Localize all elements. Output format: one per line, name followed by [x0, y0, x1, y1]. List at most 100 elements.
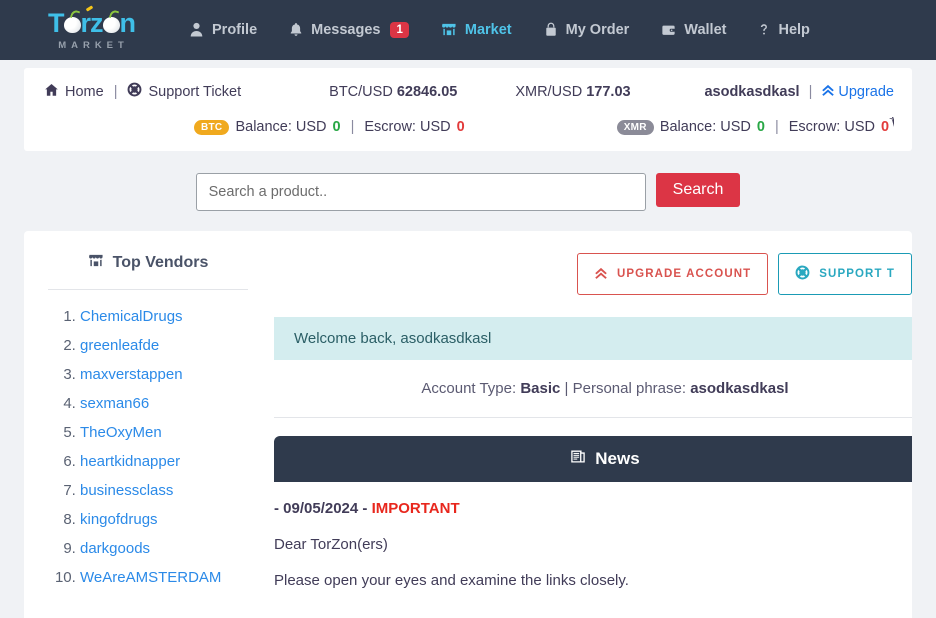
btc-rate: BTC/USD 62846.05	[329, 84, 457, 100]
list-item: heartkidnapper	[80, 453, 254, 470]
nav-item-profile[interactable]: Profile	[173, 22, 273, 38]
home-link[interactable]: Home	[44, 83, 104, 101]
xmr-separator: |	[774, 119, 779, 135]
news-important-tag: IMPORTANT	[371, 500, 460, 517]
account-info-line: Account Type: Basic | Personal phrase: a…	[274, 360, 912, 417]
xmr-rate: XMR/USD 177.03	[515, 84, 630, 100]
sidebar-divider	[48, 289, 248, 290]
news-title: News	[595, 449, 640, 468]
xmr-escrow-value: 0	[880, 119, 890, 135]
store-icon	[88, 253, 104, 273]
cart-icon	[889, 117, 894, 137]
news-header: News	[274, 436, 912, 482]
vendor-link[interactable]: darkgoods	[80, 540, 150, 557]
nav-item-market[interactable]: Market	[425, 22, 528, 38]
nav-label-messages: Messages	[311, 21, 381, 38]
main-panel: Top Vendors ChemicalDrugs greenleafde ma…	[24, 231, 912, 618]
upgrade-label: Upgrade	[838, 83, 894, 100]
upgrade-account-button[interactable]: UPGRADE ACCOUNT	[577, 253, 769, 295]
onion-icon-1	[63, 8, 81, 33]
nav-label-market: Market	[464, 21, 512, 38]
support-ticket-link[interactable]: Support Ticket	[127, 82, 241, 101]
search-button[interactable]: Search	[655, 173, 741, 207]
account-type-label: Account Type:	[421, 380, 517, 397]
list-item: sexman66	[80, 395, 254, 412]
nav-item-my-order[interactable]: My Order	[528, 22, 646, 38]
list-item: WeAreAMSTERDAM	[80, 569, 254, 586]
xmr-badge: XMR	[616, 119, 654, 135]
vendor-link[interactable]: WeAreAMSTERDAM	[80, 569, 221, 586]
bag-lock-icon	[544, 22, 558, 37]
username-label: asodkasdkasl	[704, 83, 800, 100]
lifebuoy-icon	[795, 265, 810, 283]
vendor-link[interactable]: businessclass	[80, 482, 173, 499]
vendor-link[interactable]: ChemicalDrugs	[80, 308, 183, 325]
list-item: TheOxyMen	[80, 424, 254, 441]
account-info-separator: |	[564, 380, 569, 397]
site-logo[interactable]: Trz n MARKET	[48, 5, 136, 51]
personal-phrase-value: asodkasdkasl	[690, 380, 789, 397]
news-date: 09/05/2024	[283, 500, 359, 517]
home-icon	[44, 83, 59, 101]
content-area: UPGRADE ACCOUNT SUPPORT T Welcome back, …	[274, 253, 912, 618]
search-bar: Search	[0, 151, 936, 231]
nav-item-messages[interactable]: Messages 1	[273, 21, 425, 39]
list-item: ChemicalDrugs	[80, 308, 254, 325]
lifebuoy-icon	[127, 82, 142, 101]
btc-escrow-value: 0	[456, 119, 465, 135]
xmr-rate-value: 177.03	[586, 83, 631, 100]
logo-wordmark: Trz n	[48, 5, 136, 38]
nav-label-profile: Profile	[212, 21, 258, 38]
messages-badge: 1	[390, 21, 409, 39]
upgrade-account-label: UPGRADE ACCOUNT	[617, 268, 752, 280]
news-date-suffix: -	[362, 500, 368, 517]
top-vendors-label: Top Vendors	[112, 254, 209, 271]
top-vendors-title: Top Vendors	[42, 253, 254, 289]
cart-link[interactable]: C	[889, 117, 894, 137]
top-navbar: Trz n MARKET Profile Messages 1 Market M…	[0, 0, 936, 60]
info-bar-separator-2: |	[808, 83, 813, 100]
logo-text-pre: T	[48, 7, 64, 38]
vendor-link[interactable]: heartkidnapper	[80, 453, 180, 470]
user-icon	[189, 22, 204, 38]
xmr-rate-label: XMR/USD	[515, 83, 583, 100]
list-item: businessclass	[80, 482, 254, 499]
question-icon	[758, 22, 770, 37]
btc-balance-label: Balance: USD	[235, 119, 327, 135]
xmr-escrow-label: Escrow: USD	[788, 119, 875, 135]
btc-balance-group: BTC Balance: USD 0 | Escrow: USD 0	[194, 119, 465, 135]
logo-text-mid: rz	[80, 7, 104, 38]
nav-label-help: Help	[778, 21, 810, 38]
support-ticket-button[interactable]: SUPPORT T	[778, 253, 912, 295]
vendor-link[interactable]: sexman66	[80, 395, 149, 412]
info-bar: Home | Support Ticket BTC/USD 62846.05 X…	[24, 68, 912, 151]
info-bar-row-top: Home | Support Ticket BTC/USD 62846.05 X…	[44, 82, 894, 101]
vendor-link[interactable]: kingofdrugs	[80, 511, 158, 528]
logo-text-post: n	[119, 7, 136, 38]
vendor-link[interactable]: greenleafde	[80, 337, 159, 354]
xmr-balance-group: XMR Balance: USD 0 | Escrow: USD 0	[616, 119, 890, 135]
search-input[interactable]	[195, 173, 646, 211]
user-area: asodkasdkasl | Upgrade	[704, 83, 894, 101]
info-bar-row-bottom: BTC Balance: USD 0 | Escrow: USD 0 XMR B…	[44, 117, 894, 137]
vendor-link[interactable]: TheOxyMen	[80, 424, 162, 441]
xmr-balance-label: Balance: USD	[659, 119, 751, 135]
newspaper-icon	[570, 449, 586, 469]
news-paragraph: Please open your eyes and examine the li…	[274, 572, 629, 589]
support-ticket-button-label: SUPPORT T	[819, 268, 895, 280]
news-body: - 09/05/2024 - IMPORTANT Dear TorZon(ers…	[274, 482, 912, 589]
xmr-balance-value: 0	[756, 119, 765, 135]
nav-item-help[interactable]: Help	[742, 22, 825, 38]
nav-label-wallet: Wallet	[684, 21, 727, 38]
sidebar: Top Vendors ChemicalDrugs greenleafde ma…	[24, 253, 274, 618]
list-item: maxverstappen	[80, 366, 254, 383]
chevron-double-up-icon	[821, 83, 835, 101]
nav-item-wallet[interactable]: Wallet	[645, 22, 742, 38]
personal-phrase-label: Personal phrase:	[572, 380, 687, 397]
btc-separator: |	[350, 119, 355, 135]
upgrade-link[interactable]: Upgrade	[821, 83, 894, 101]
home-label: Home	[65, 83, 104, 100]
nav-items: Profile Messages 1 Market My Order Walle…	[173, 21, 936, 39]
btc-rate-value: 62846.05	[396, 83, 458, 100]
vendor-link[interactable]: maxverstappen	[80, 366, 183, 383]
